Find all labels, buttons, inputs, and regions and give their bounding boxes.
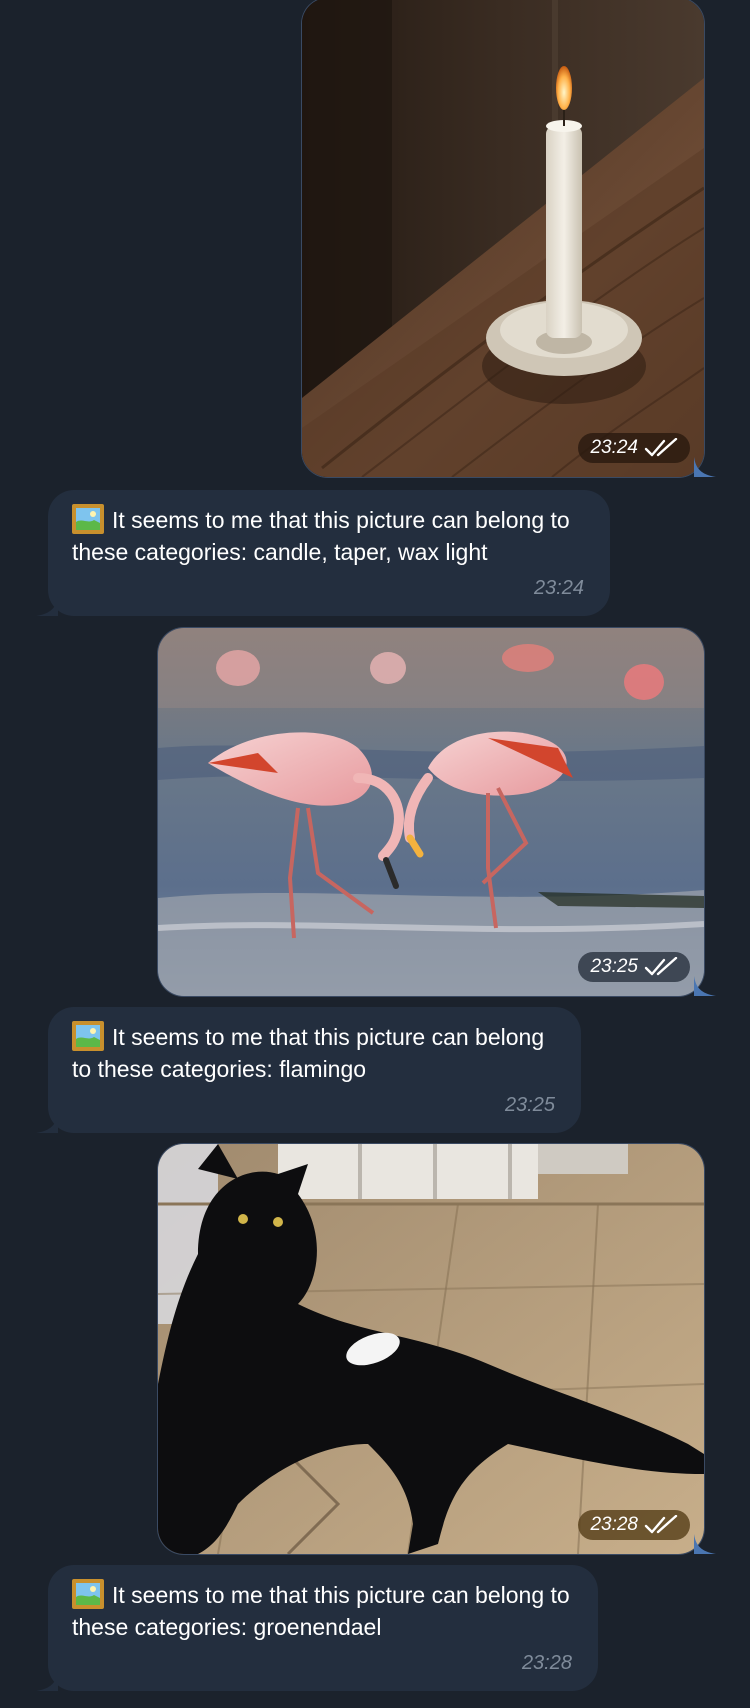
photo-message-candle[interactable]: 23:24: [302, 0, 716, 477]
message-time: 23:24: [533, 577, 584, 599]
flamingo-photo[interactable]: [158, 628, 704, 996]
framed-picture-icon: [72, 504, 104, 534]
double-check-icon: [644, 1515, 678, 1534]
message-time: 23:25: [504, 1094, 555, 1116]
bubble-tail: [36, 596, 58, 616]
message-text: It seems to me that this picture can bel…: [72, 1579, 574, 1643]
double-check-icon: [644, 957, 678, 976]
photo-meta: 23:24: [578, 433, 690, 463]
bubble-tail: [694, 457, 716, 477]
photo-message-flamingo[interactable]: 23:25: [158, 628, 716, 996]
text-message-cat-answer[interactable]: It seems to me that this picture can bel…: [36, 1565, 598, 1691]
candle-photo[interactable]: [302, 0, 704, 477]
message-time: 23:28: [590, 1514, 638, 1535]
message-time: 23:25: [590, 956, 638, 977]
cat-photo[interactable]: [158, 1144, 704, 1554]
message-text: It seems to me that this picture can bel…: [72, 504, 586, 568]
photo-message-cat[interactable]: 23:28: [158, 1144, 716, 1554]
bubble-tail: [36, 1671, 58, 1691]
bubble-tail: [36, 1113, 58, 1133]
message-time: 23:24: [590, 437, 638, 458]
framed-picture-icon: [72, 1579, 104, 1609]
double-check-icon: [644, 438, 678, 457]
bubble-tail: [694, 1534, 716, 1554]
bubble-tail: [694, 976, 716, 996]
photo-meta: 23:25: [578, 952, 690, 982]
text-message-candle-answer[interactable]: It seems to me that this picture can bel…: [36, 490, 610, 616]
message-time: 23:28: [521, 1652, 572, 1674]
text-message-flamingo-answer[interactable]: It seems to me that this picture can bel…: [36, 1007, 581, 1133]
framed-picture-icon: [72, 1021, 104, 1051]
chat-history: 23:24 It seems to me that this picture c…: [0, 0, 750, 1708]
photo-meta: 23:28: [578, 1510, 690, 1540]
message-text: It seems to me that this picture can bel…: [72, 1021, 557, 1085]
